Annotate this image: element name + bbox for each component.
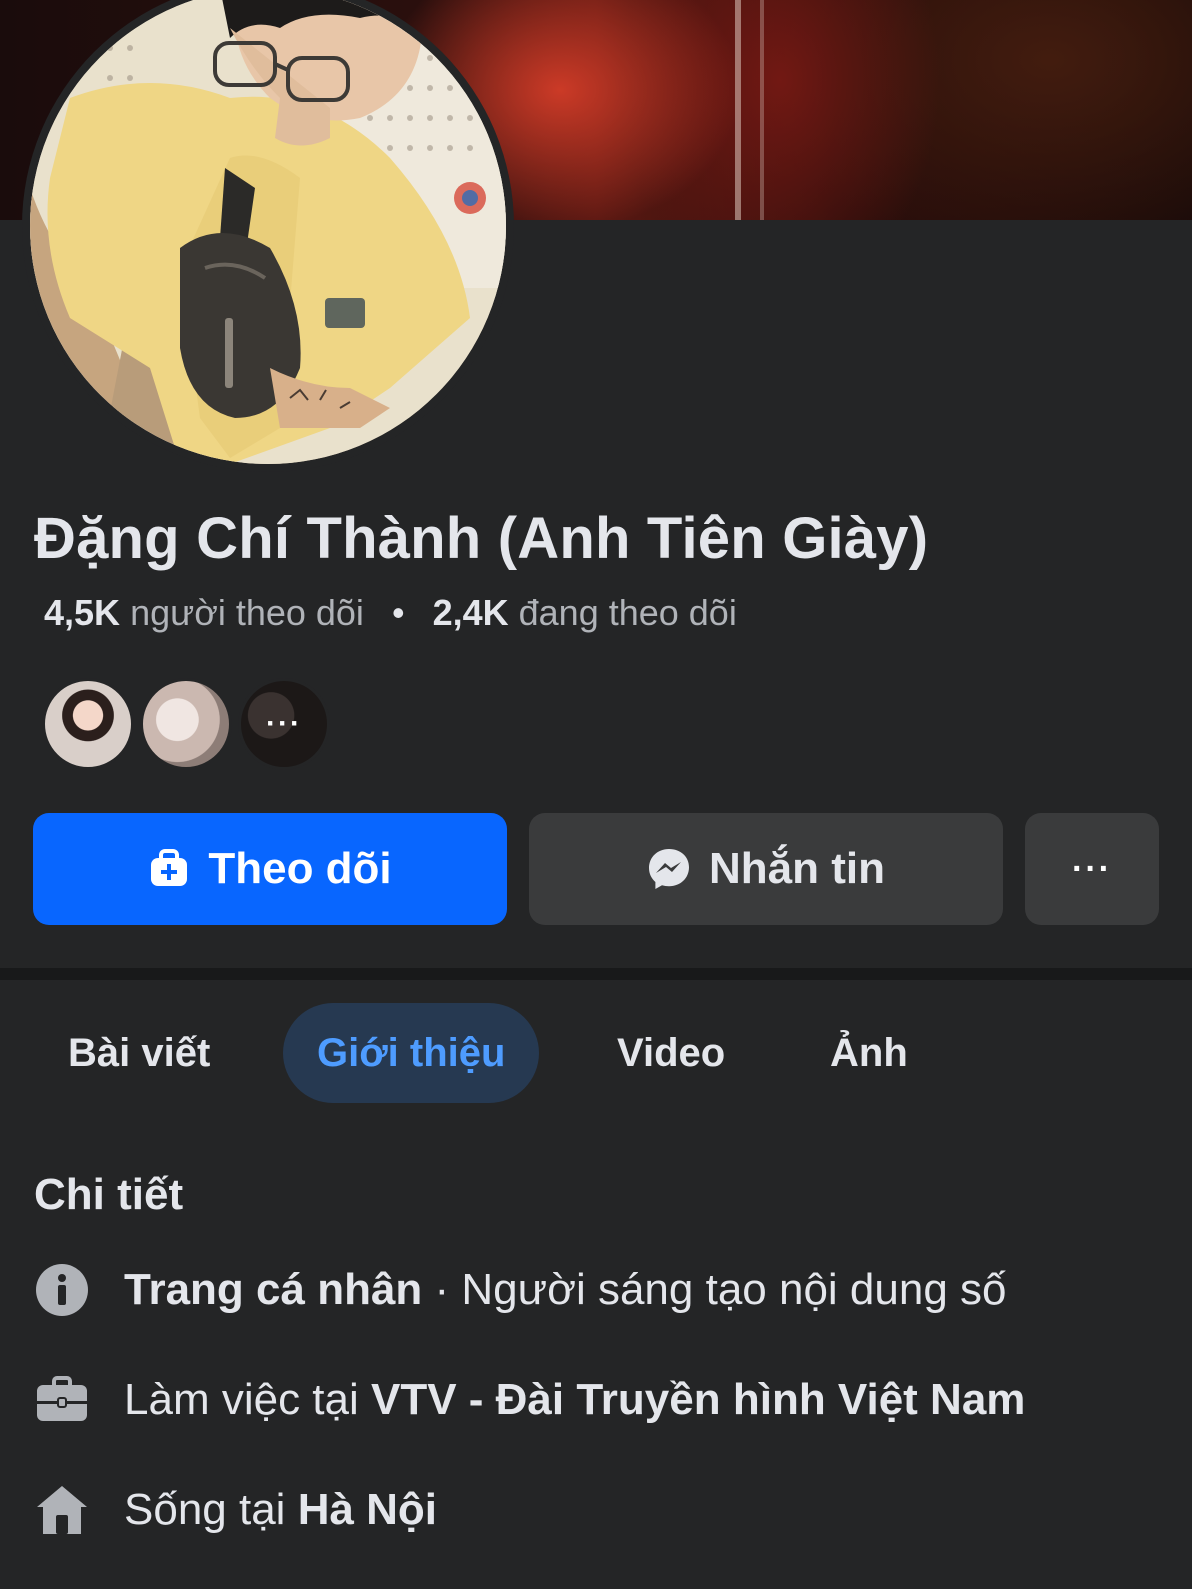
friend-avatar[interactable] <box>140 678 232 770</box>
section-divider <box>0 968 1192 980</box>
work-prefix: Làm việc tại <box>124 1375 371 1424</box>
tab-video[interactable]: Video <box>583 1003 759 1103</box>
tab-posts-label: Bài viết <box>68 1030 211 1075</box>
tab-video-label: Video <box>617 1030 726 1075</box>
profile-category: · Người sáng tạo nội dung số <box>422 1265 1007 1314</box>
tab-about-label: Giới thiệu <box>317 1030 506 1075</box>
messenger-icon <box>647 847 691 891</box>
following-count[interactable]: 2,4K <box>433 592 509 633</box>
detail-row-profile-type: Trang cá nhân · Người sáng tạo nội dung … <box>34 1258 1007 1322</box>
profile-picture[interactable] <box>22 0 514 472</box>
following-label[interactable]: đang theo dõi <box>519 592 737 633</box>
profile-type: Trang cá nhân <box>124 1265 423 1314</box>
more-friends-label: ··· <box>266 707 302 740</box>
detail-row-location: Sống tại Hà Nội <box>34 1478 437 1542</box>
more-options-label: ··· <box>1072 849 1112 888</box>
profile-name: Đặng Chí Thành (Anh Tiên Giày) <box>34 506 929 571</box>
friend-avatar[interactable] <box>42 678 134 770</box>
tab-about[interactable]: Giới thiệu <box>283 1003 540 1103</box>
follow-icon <box>148 848 190 890</box>
cover-detail <box>760 0 764 220</box>
stats-separator: • <box>391 592 405 633</box>
followers-count[interactable]: 4,5K <box>44 592 120 633</box>
cover-detail <box>735 0 741 220</box>
briefcase-icon <box>34 1372 90 1428</box>
home-icon <box>34 1482 90 1538</box>
message-label: Nhắn tin <box>709 844 885 893</box>
follow-stats: 4,5K người theo dõi • 2,4K đang theo dõi <box>44 592 737 634</box>
tab-posts[interactable]: Bài viết <box>34 1003 244 1103</box>
location-link[interactable]: Hà Nội <box>298 1485 437 1534</box>
follow-label: Theo dõi <box>208 844 392 893</box>
info-icon <box>34 1262 90 1318</box>
workplace-link[interactable]: VTV - Đài Truyền hình Việt Nam <box>371 1375 1025 1424</box>
tab-photos-label: Ảnh <box>830 1030 908 1075</box>
location-prefix: Sống tại <box>124 1485 298 1534</box>
friend-avatar-more[interactable]: ··· <box>238 678 330 770</box>
avatar-illustration <box>30 0 506 464</box>
more-options-button[interactable]: ··· <box>1025 813 1159 925</box>
follow-button[interactable]: Theo dõi <box>33 813 507 925</box>
details-heading: Chi tiết <box>34 1170 184 1219</box>
message-button[interactable]: Nhắn tin <box>529 813 1003 925</box>
avatar <box>30 0 506 464</box>
tab-photos[interactable]: Ảnh <box>796 1003 942 1103</box>
followers-label[interactable]: người theo dõi <box>130 592 364 633</box>
detail-row-work: Làm việc tại VTV - Đài Truyền hình Việt … <box>34 1368 1025 1432</box>
